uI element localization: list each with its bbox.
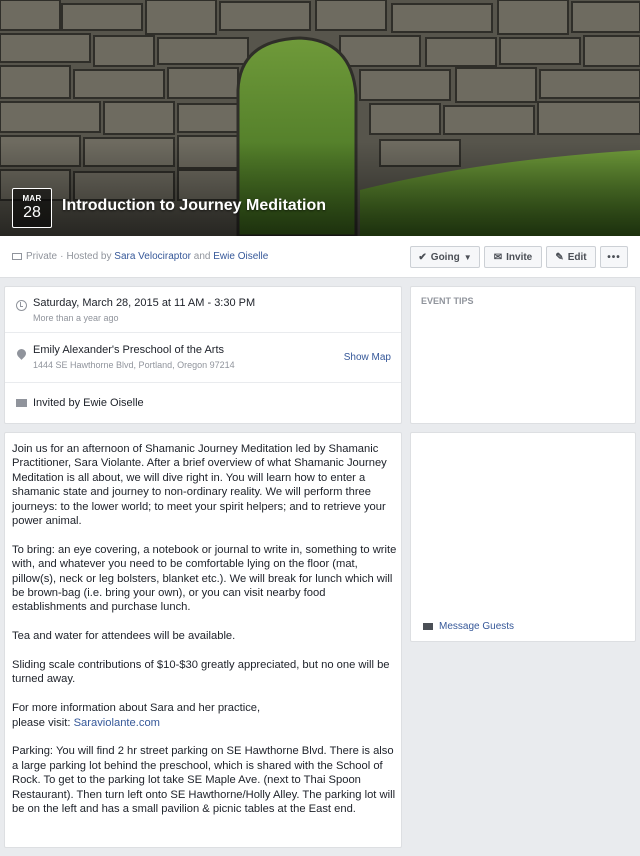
invite-label: Invite [506, 251, 533, 263]
more-dots-icon: ••• [607, 251, 621, 263]
info-line-2: please visit: [12, 716, 71, 729]
description-paragraph: Sliding scale contributions of $10-$30 g… [12, 659, 390, 686]
edit-label: Edit [567, 251, 587, 263]
clock-icon [16, 300, 27, 311]
message-icon [423, 623, 433, 630]
show-map-link[interactable]: Show Map [344, 352, 391, 363]
location-pin-icon [15, 347, 28, 360]
message-guests-link[interactable]: Message Guests [423, 621, 514, 632]
envelope-icon: ✉ [493, 251, 503, 263]
going-label: Going [430, 251, 460, 263]
event-tips-card: EVENT TIPS [410, 286, 636, 424]
envelope-icon [16, 399, 27, 407]
invite-button[interactable]: ✉ Invite [484, 246, 542, 268]
event-header-bar: Private · Hosted by Sara Velociraptor an… [0, 236, 640, 278]
check-icon: ✔ [418, 251, 427, 263]
description-paragraph: Join us for an afternoon of Shamanic Jou… [12, 443, 387, 528]
more-options-button[interactable]: ••• [600, 246, 628, 268]
event-description-card: Join us for an afternoon of Shamanic Jou… [4, 432, 402, 848]
description-paragraph: Parking: You will find 2 hr street parki… [12, 745, 396, 816]
venue-name: Emily Alexander's Preschool of the Arts [33, 344, 225, 356]
edit-button[interactable]: ✎ Edit [546, 246, 596, 268]
event-tips-header: EVENT TIPS [421, 296, 474, 306]
website-link[interactable]: Saraviolante.com [74, 717, 160, 729]
pencil-icon: ✎ [555, 251, 564, 263]
event-description: Join us for an afternoon of Shamanic Jou… [12, 442, 398, 831]
description-paragraph: Tea and water for attendees will be avai… [12, 630, 236, 643]
invited-by-row: Invited by Ewie Oiselle [5, 383, 401, 425]
datetime-row: Saturday, March 28, 2015 at 11 AM - 3:30… [5, 287, 401, 333]
privacy-info: Private · Hosted by Sara Velociraptor an… [12, 251, 268, 262]
event-day: 28 [23, 204, 41, 221]
separator-dot: · [60, 251, 64, 262]
info-line-1: For more information about Sara and her … [12, 702, 261, 715]
event-datetime: Saturday, March 28, 2015 at 11 AM - 3:30… [33, 297, 256, 309]
event-relative-time: More than a year ago [33, 313, 119, 323]
description-paragraph: To bring: an eye covering, a notebook or… [12, 543, 397, 614]
event-actions: ✔ Going ▼ ✉ Invite ✎ Edit ••• [410, 246, 628, 268]
privacy-icon [12, 253, 22, 260]
cover-photo: MAR 28 Introduction to Journey Meditatio… [0, 0, 640, 236]
going-button[interactable]: ✔ Going ▼ [410, 246, 480, 268]
event-month: MAR [22, 194, 42, 203]
host-link-1[interactable]: Sara Velociraptor [114, 251, 191, 262]
event-date-badge: MAR 28 [12, 188, 52, 228]
venue-address: 1444 SE Hawthorne Blvd, Portland, Oregon… [33, 360, 235, 370]
and-text: and [193, 251, 211, 262]
message-guests-label: Message Guests [439, 621, 515, 632]
event-title: Introduction to Journey Meditation [62, 197, 326, 214]
description-paragraph: For more information about Sara and her … [12, 701, 398, 730]
hosted-by-prefix: Hosted by [66, 251, 112, 262]
privacy-label: Private [26, 251, 58, 262]
host-link-2[interactable]: Ewie Oiselle [213, 251, 268, 262]
event-details-card: Saturday, March 28, 2015 at 11 AM - 3:30… [4, 286, 402, 424]
location-row: Emily Alexander's Preschool of the Arts … [5, 333, 401, 383]
invited-by-text: Invited by Ewie Oiselle [33, 397, 144, 409]
chevron-down-icon: ▼ [463, 252, 472, 262]
guests-sidebar-card: Message Guests [410, 432, 636, 642]
